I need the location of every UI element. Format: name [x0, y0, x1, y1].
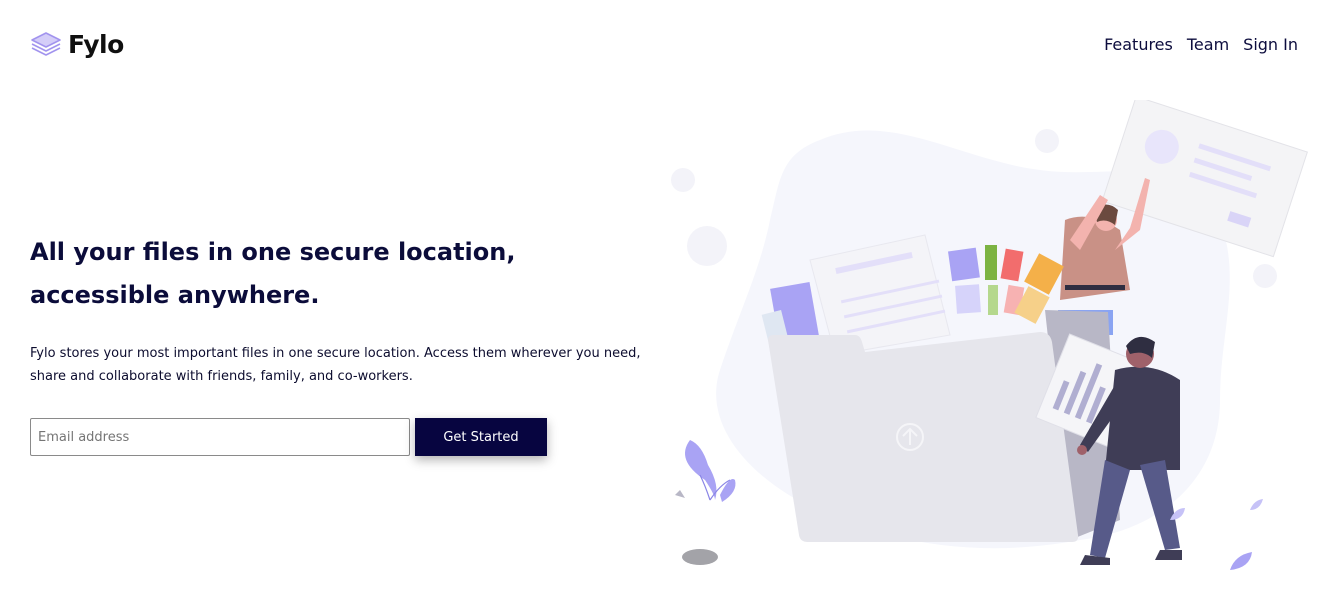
hero-illustration [671, 100, 1308, 570]
decor-circle [1253, 264, 1277, 288]
hero-title: All your files in one secure location, a… [30, 238, 516, 309]
nav-link-features[interactable]: Features [1104, 35, 1173, 54]
nav-link-team[interactable]: Team [1187, 35, 1229, 54]
hero-description: Fylo stores your most important files in… [30, 346, 641, 384]
logo-text: Fylo [68, 29, 124, 59]
decor-circle [1035, 129, 1059, 153]
email-input[interactable] [30, 418, 410, 456]
plant-decoration [675, 440, 736, 502]
leaf-decoration [1230, 552, 1252, 570]
site-header: Fylo Features Team Sign In [30, 28, 1298, 62]
stacked-layers-icon [31, 32, 61, 56]
decor-circle [687, 226, 727, 266]
signup-form: Get Started [30, 418, 547, 456]
decor-circle [671, 168, 695, 192]
main-nav: Features Team Sign In [1104, 35, 1298, 54]
get-started-button[interactable]: Get Started [415, 418, 547, 456]
logo[interactable]: Fylo [30, 28, 124, 60]
rock-decoration [682, 549, 718, 565]
leaf-decoration [1250, 499, 1263, 510]
nav-link-sign-in[interactable]: Sign In [1243, 35, 1298, 54]
